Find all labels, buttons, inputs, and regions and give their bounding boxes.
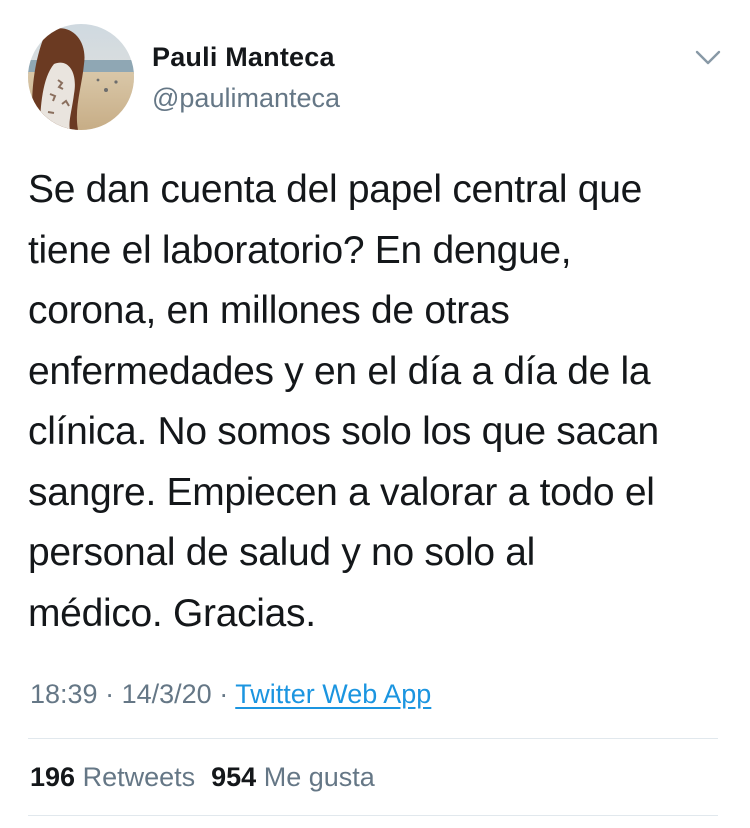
meta-separator: · [105, 679, 115, 709]
tweet-time[interactable]: 18:39 [30, 679, 98, 709]
likes-stat[interactable]: 954 Me gusta [211, 762, 375, 792]
display-name[interactable]: Pauli Manteca [152, 42, 335, 73]
retweets-stat[interactable]: 196 Retweets [30, 762, 195, 792]
user-handle[interactable]: @paulimanteca [152, 83, 340, 114]
tweet-text-line: enfermedades y en el día a día de la [28, 349, 651, 393]
retweets-label: Retweets [82, 762, 196, 792]
tweet-card: Pauli Manteca @paulimanteca Se dan cuent… [0, 0, 750, 828]
chevron-down-icon[interactable] [693, 46, 723, 70]
meta-separator: · [219, 679, 229, 709]
tweet-date[interactable]: 14/3/20 [122, 679, 212, 709]
divider [28, 815, 718, 816]
tweet-text-line: personal de salud y no solo al [28, 531, 536, 574]
tweet-meta: 18:39 · 14/3/20 · Twitter Web App [30, 679, 431, 710]
tweet-text-line: Se dan cuenta del papel central que [28, 168, 642, 211]
tweet-text: Se dan cuenta del papel central que tien… [28, 160, 728, 644]
tweet-text-line: corona, en millones de otras [28, 289, 510, 332]
likes-label: Me gusta [263, 762, 375, 792]
tweet-text-line: sangre. Empiecen a valorar a todo el [28, 470, 655, 514]
tweet-text-line: tiene el laboratorio? En dengue, [28, 228, 572, 272]
tweet-text-line: clínica. No somos solo los que sacan [28, 410, 659, 453]
tweet-stats: 196 Retweets 954 Me gusta [30, 762, 375, 793]
retweets-count: 196 [30, 762, 76, 792]
likes-count: 954 [211, 762, 257, 792]
avatar[interactable] [28, 24, 134, 130]
tweet-source-link[interactable]: Twitter Web App [235, 679, 431, 709]
divider [28, 738, 718, 739]
tweet-text-line: médico. Gracias. [28, 591, 316, 635]
